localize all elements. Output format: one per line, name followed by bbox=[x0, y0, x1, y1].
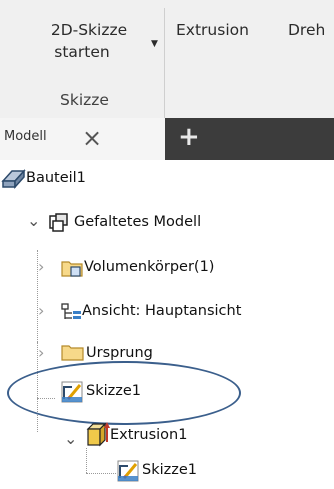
tree-connector bbox=[86, 448, 87, 473]
tab-model-label: Modell bbox=[4, 129, 47, 144]
extrude-button[interactable]: Extrusion bbox=[176, 19, 249, 41]
chevron-right-icon[interactable]: › bbox=[38, 343, 44, 362]
tree-item-label: Gefaltetes Modell bbox=[74, 214, 202, 230]
ribbon-divider bbox=[164, 8, 165, 118]
highlight-annotation bbox=[7, 361, 241, 425]
part-icon bbox=[1, 169, 26, 189]
tree-item-label: Bauteil1 bbox=[26, 170, 86, 186]
add-tab-button[interactable]: + bbox=[178, 120, 200, 154]
tree-item-label: Extrusion1 bbox=[110, 427, 188, 443]
view-representation-icon bbox=[61, 303, 81, 319]
folder-icon bbox=[61, 345, 84, 361]
sketch-icon bbox=[117, 460, 139, 482]
ribbon-panel: 2D-Skizze starten ▼ Extrusion Dreh Skizz… bbox=[0, 0, 334, 118]
chevron-right-icon[interactable]: › bbox=[38, 301, 44, 320]
tree-item-label: Skizze1 bbox=[142, 462, 197, 478]
start-2d-sketch-label-line1: 2D-Skizze bbox=[50, 21, 128, 39]
chevron-down-icon[interactable]: ⌄ bbox=[27, 211, 40, 230]
tab-model[interactable]: Modell × bbox=[0, 118, 165, 160]
chevron-down-icon[interactable]: ▼ bbox=[151, 33, 158, 55]
solid-bodies-folder-icon bbox=[61, 261, 83, 277]
chevron-down-icon[interactable]: ⌄ bbox=[64, 429, 77, 448]
start-2d-sketch-label-line2: starten bbox=[54, 43, 110, 61]
tree-item-label: Volumenkörper(1) bbox=[84, 259, 215, 275]
ribbon-group-label: Skizze bbox=[60, 91, 109, 109]
tree-item-label: Ursprung bbox=[86, 345, 153, 361]
start-2d-sketch-button[interactable]: 2D-Skizze starten ▼ bbox=[34, 19, 158, 69]
chevron-right-icon[interactable]: › bbox=[38, 257, 44, 276]
browser-tab-bar: Modell × + bbox=[0, 118, 334, 160]
sheet-metal-model-icon bbox=[49, 213, 68, 232]
tree-item-label: Ansicht: Hauptansicht bbox=[82, 303, 242, 319]
extrusion-icon bbox=[86, 422, 110, 447]
close-icon[interactable]: × bbox=[82, 124, 102, 152]
revolve-button[interactable]: Dreh bbox=[288, 19, 325, 41]
tree-connector bbox=[86, 473, 116, 474]
